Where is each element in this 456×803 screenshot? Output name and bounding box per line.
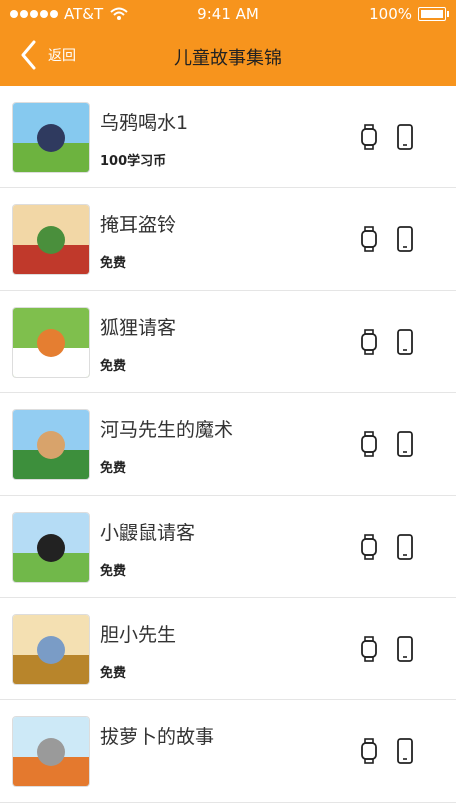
story-title: 乌鸦喝水1 xyxy=(100,112,189,134)
story-price: 免费 xyxy=(100,665,127,681)
device-icons xyxy=(358,431,416,458)
list-item[interactable]: 胆小先生 免费 xyxy=(0,598,456,701)
story-title: 拔萝卜的故事 xyxy=(100,726,215,749)
watch-icon[interactable] xyxy=(358,328,380,355)
story-price: 免费 xyxy=(100,563,127,579)
story-title: 小鼹鼠请客 xyxy=(100,521,196,544)
story-price: 免费 xyxy=(100,358,127,374)
story-thumbnail xyxy=(12,511,90,583)
list-item[interactable]: 乌鸦喝水1 100学习币 xyxy=(0,86,456,189)
story-thumbnail xyxy=(12,716,90,788)
watch-icon[interactable] xyxy=(358,636,380,662)
battery-percent: 100% xyxy=(369,5,412,23)
device-icons xyxy=(358,328,416,355)
story-thumbnail xyxy=(12,204,90,276)
watch-icon[interactable] xyxy=(358,533,380,560)
phone-icon[interactable] xyxy=(394,328,416,355)
header: AT&T 9:41 AM 100% 返回 儿童故事集锦 xyxy=(0,0,456,86)
story-thumbnail xyxy=(12,102,90,173)
device-icons xyxy=(358,533,416,560)
phone-icon[interactable] xyxy=(394,431,416,458)
page-title: 儿童故事集锦 xyxy=(174,48,282,69)
list-item[interactable]: 小鼹鼠请客 免费 xyxy=(0,496,456,598)
phone-icon[interactable] xyxy=(394,533,416,560)
watch-icon[interactable] xyxy=(358,226,380,253)
story-title: 胆小先生 xyxy=(100,623,177,646)
list-item[interactable]: 河马先生的魔术 免费 xyxy=(0,393,456,496)
device-icons xyxy=(358,226,416,253)
phone-icon[interactable] xyxy=(394,124,416,150)
story-price: 免费 xyxy=(100,461,127,477)
story-title: 掩耳盗铃 xyxy=(100,214,177,237)
watch-icon[interactable] xyxy=(358,431,380,457)
phone-icon[interactable] xyxy=(394,226,416,253)
device-icons xyxy=(358,124,416,150)
story-price: 100学习币 xyxy=(100,154,167,169)
status-bar: AT&T 9:41 AM 100% xyxy=(0,0,456,28)
story-thumbnail xyxy=(12,613,90,685)
list-item[interactable]: 掩耳盗铃 免费 xyxy=(0,188,456,291)
device-icons xyxy=(358,636,416,662)
status-right: 100% xyxy=(369,5,449,23)
story-thumbnail xyxy=(12,409,90,481)
watch-icon[interactable] xyxy=(358,124,380,150)
nav-bar: 返回 儿童故事集锦 xyxy=(0,28,456,86)
phone-icon[interactable] xyxy=(394,738,416,765)
list-item[interactable]: 拔萝卜的故事 xyxy=(0,700,456,803)
device-icons xyxy=(358,738,416,765)
list-item[interactable]: 狐狸请客 免费 xyxy=(0,291,456,394)
phone-icon[interactable] xyxy=(394,636,416,662)
story-title: 狐狸请客 xyxy=(100,316,177,339)
story-list: 乌鸦喝水1 100学习币 掩耳盗铃 免费 狐狸请客 免费 河马先生的魔术 免费 小鼹鼠请客 免费胆… xyxy=(0,86,456,803)
story-title: 河马先生的魔术 xyxy=(100,419,234,442)
story-price: 免费 xyxy=(100,256,127,272)
story-thumbnail xyxy=(12,306,90,378)
watch-icon[interactable] xyxy=(358,738,380,765)
battery-icon xyxy=(418,7,449,21)
